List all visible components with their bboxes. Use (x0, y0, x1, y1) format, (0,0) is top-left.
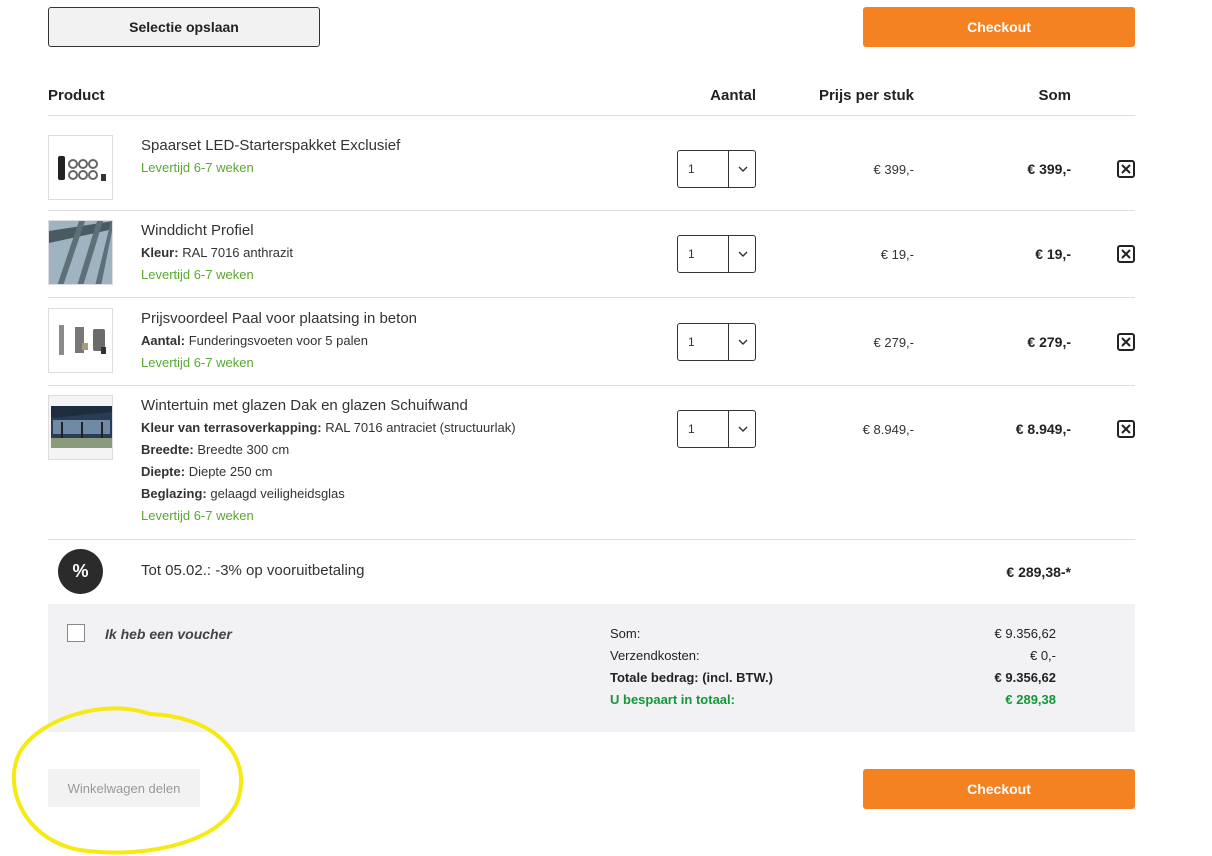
voucher-label[interactable]: Ik heb een voucher (105, 626, 232, 642)
product-name[interactable]: Winddicht Profiel (141, 220, 661, 242)
quantity-select[interactable]: 1 (677, 150, 756, 188)
product-attribute: Kleur: RAL 7016 anthrazit (141, 245, 293, 260)
cart-table-header: Product Aantal Prijs per stuk Som (48, 80, 1135, 116)
share-cart-button[interactable]: Winkelwagen delen (48, 769, 200, 807)
quantity-value: 1 (688, 247, 695, 261)
order-summary: Ik heb een voucher Som: € 9.356,62 Verzen… (48, 604, 1135, 732)
product-attribute: Aantal: Funderingsvoeten voor 5 palen (141, 333, 368, 348)
product-name[interactable]: Wintertuin met glazen Dak en glazen Schu… (141, 395, 661, 417)
header-unit-price: Prijs per stuk (818, 87, 914, 104)
product-thumbnail[interactable] (48, 135, 113, 200)
quantity-select[interactable]: 1 (677, 323, 756, 361)
remove-item-button[interactable] (1117, 333, 1135, 351)
row-sum: € 279,- (1027, 334, 1071, 350)
cart-row: Spaarset LED-Starterspakket Exclusief Le… (48, 116, 1135, 211)
close-icon (1121, 249, 1131, 259)
row-sum: € 19,- (1035, 246, 1071, 262)
voucher-checkbox[interactable] (67, 624, 85, 642)
cart-row: Wintertuin met glazen Dak en glazen Schu… (48, 386, 1135, 540)
row-sum: € 399,- (1027, 161, 1071, 177)
delivery-time: Levertijd 6-7 weken (141, 160, 254, 175)
remove-item-button[interactable] (1117, 160, 1135, 178)
unit-price: € 19,- (880, 247, 914, 262)
percent-icon: % (58, 549, 103, 594)
chevron-down-icon (729, 151, 756, 187)
unit-price: € 399,- (873, 162, 914, 177)
chevron-down-icon (729, 236, 756, 272)
close-icon (1121, 164, 1131, 174)
header-quantity: Aantal (710, 87, 756, 104)
cart-row: Prijsvoordeel Paal voor plaatsing in bet… (48, 298, 1135, 386)
quantity-value: 1 (688, 422, 695, 436)
header-product: Product (48, 87, 105, 104)
delivery-time: Levertijd 6-7 weken (141, 267, 254, 282)
product-attribute: Kleur van terrasoverkapping: RAL 7016 an… (141, 420, 516, 435)
checkout-button-top[interactable]: Checkout (863, 7, 1135, 47)
product-attribute: Beglazing: gelaagd veiligheidsglas (141, 486, 345, 501)
remove-item-button[interactable] (1117, 245, 1135, 263)
product-name[interactable]: Spaarset LED-Starterspakket Exclusief (141, 135, 661, 157)
row-sum: € 8.949,- (1015, 421, 1071, 437)
close-icon (1121, 424, 1131, 434)
save-selection-button[interactable]: Selectie opslaan (48, 7, 320, 47)
quantity-value: 1 (688, 335, 695, 349)
chevron-down-icon (729, 411, 756, 447)
quantity-select[interactable]: 1 (677, 410, 756, 448)
quantity-select[interactable]: 1 (677, 235, 756, 273)
close-icon (1121, 337, 1131, 347)
discount-row: % Tot 05.02.: -3% op vooruitbetaling € 2… (48, 540, 1135, 604)
unit-price: € 8.949,- (862, 422, 914, 437)
delivery-time: Levertijd 6-7 weken (141, 508, 254, 523)
product-name[interactable]: Prijsvoordeel Paal voor plaatsing in bet… (141, 308, 661, 330)
quantity-value: 1 (688, 162, 695, 176)
cart-row: Winddicht Profiel Kleur: RAL 7016 anthra… (48, 211, 1135, 298)
product-thumbnail[interactable] (48, 220, 113, 285)
product-attribute: Breedte: Breedte 300 cm (141, 442, 290, 457)
delivery-time: Levertijd 6-7 weken (141, 355, 254, 370)
unit-price: € 279,- (873, 335, 914, 350)
discount-text: Tot 05.02.: -3% op vooruitbetaling (141, 562, 365, 579)
checkout-button-bottom[interactable]: Checkout (863, 769, 1135, 809)
product-thumbnail[interactable] (48, 395, 113, 460)
remove-item-button[interactable] (1117, 420, 1135, 438)
chevron-down-icon (729, 324, 756, 360)
header-sum: Som (1038, 87, 1071, 104)
product-attribute: Diepte: Diepte 250 cm (141, 464, 273, 479)
discount-amount: € 289,38-* (1006, 564, 1071, 580)
product-thumbnail[interactable] (48, 308, 113, 373)
